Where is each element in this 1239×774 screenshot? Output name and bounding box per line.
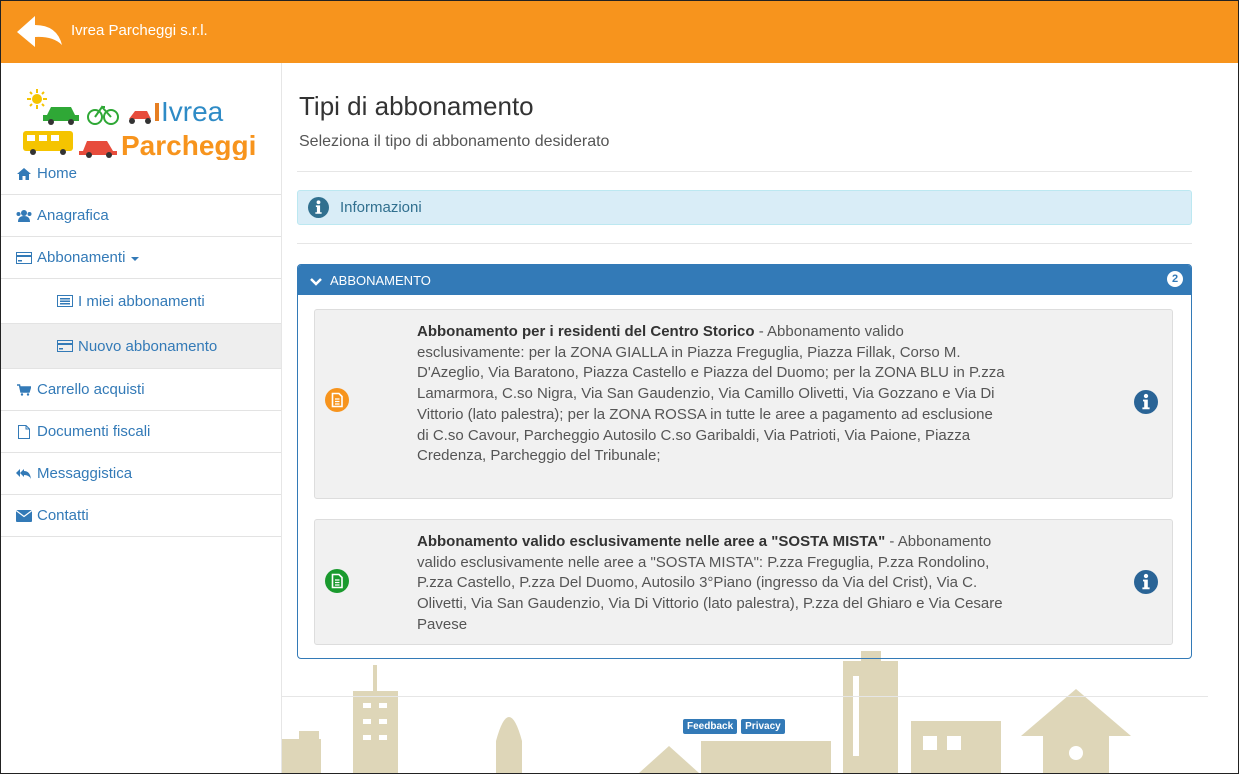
document-icon — [15, 424, 33, 440]
logo-text-ivrea: Ivrea — [161, 96, 224, 127]
panel-header[interactable]: ABBONAMENTO 2 — [298, 265, 1191, 295]
panel-title: ABBONAMENTO — [330, 273, 431, 288]
sidebar-item-nuovo-abbonamento[interactable]: Nuovo abbonamento — [1, 324, 281, 369]
car-icon — [43, 107, 79, 125]
feedback-button[interactable]: Feedback — [683, 719, 738, 734]
home-icon — [15, 166, 33, 182]
divider — [281, 696, 1208, 697]
info-icon[interactable] — [1134, 570, 1158, 599]
reply-all-icon — [15, 466, 33, 482]
envelope-icon — [15, 508, 33, 524]
sidebar-item-label: Documenti fiscali — [37, 423, 151, 440]
sidebar-item-contatti[interactable]: Contatti — [1, 495, 281, 537]
card-text: Abbonamento valido esclusivamente nelle … — [417, 532, 1007, 636]
page-subtitle: Seleziona il tipo di abbonamento desider… — [299, 133, 610, 150]
count-badge: 2 — [1167, 271, 1183, 287]
sidebar-item-documenti[interactable]: Documenti fiscali — [1, 411, 281, 453]
bus-icon — [23, 131, 73, 155]
privacy-button[interactable]: Privacy — [741, 719, 785, 734]
top-bar: Ivrea Parcheggi s.r.l. — [1, 1, 1238, 63]
sidebar-item-carrello[interactable]: Carrello acquisti — [1, 369, 281, 411]
subscription-panel: ABBONAMENTO 2 Abbonamento per i resident… — [297, 264, 1192, 659]
list-icon — [56, 293, 74, 309]
sidebar: Ivrea Parcheggi Home Anagrafica Abboname… — [1, 63, 282, 773]
back-arrow-icon — [17, 16, 62, 47]
app-window: Ivrea Parcheggi s.r.l. Ivrea Parcheggi H… — [0, 0, 1239, 774]
sidebar-item-label: Contatti — [37, 507, 89, 524]
document-icon — [325, 569, 349, 598]
main-content: Tipi di abbonamento Seleziona il tipo di… — [281, 63, 1238, 773]
sidebar-item-miei-abbonamenti[interactable]: I miei abbonamenti — [1, 279, 281, 324]
card-title: Abbonamento valido esclusivamente nelle … — [417, 533, 886, 550]
bicycle-icon — [87, 105, 119, 125]
document-icon — [325, 388, 349, 417]
card-icon — [15, 250, 33, 266]
card-title: Abbonamento per i residenti del Centro S… — [417, 323, 755, 340]
card-text: Abbonamento per i residenti del Centro S… — [417, 322, 1007, 467]
caret-down-icon — [131, 256, 140, 261]
card-icon — [56, 338, 74, 354]
users-icon — [15, 208, 33, 224]
sidebar-item-messaggistica[interactable]: Messaggistica — [1, 453, 281, 495]
card-description: - Abbonamento valido esclusivamente: per… — [417, 323, 1005, 465]
sidebar-item-label: Anagrafica — [37, 207, 109, 224]
sidebar-item-label: Messaggistica — [37, 465, 133, 482]
sidebar-nav: Home Anagrafica Abbonamenti I miei abbon… — [1, 153, 281, 537]
divider — [297, 171, 1192, 172]
sidebar-item-label: Abbonamenti — [37, 249, 126, 266]
info-alert[interactable]: Informazioni — [297, 190, 1192, 225]
info-icon[interactable] — [1134, 390, 1158, 419]
sun-icon — [27, 89, 47, 109]
sidebar-item-abbonamenti[interactable]: Abbonamenti — [1, 237, 281, 279]
page-title: Tipi di abbonamento — [299, 91, 534, 121]
subscription-card[interactable]: Abbonamento valido esclusivamente nelle … — [314, 519, 1173, 645]
cart-icon — [15, 382, 33, 398]
app-brand-title: Ivrea Parcheggi s.r.l. — [71, 22, 208, 39]
sidebar-item-home[interactable]: Home — [1, 153, 281, 195]
logo[interactable]: Ivrea Parcheggi — [21, 85, 271, 161]
info-label: Informazioni — [340, 199, 422, 216]
scooter-icon — [129, 103, 159, 124]
sidebar-item-label: I miei abbonamenti — [78, 292, 205, 310]
divider — [297, 243, 1192, 244]
sidebar-item-anagrafica[interactable]: Anagrafica — [1, 195, 281, 237]
sidebar-item-label: Home — [37, 165, 78, 182]
sidebar-item-label: Nuovo abbonamento — [78, 337, 218, 355]
chevron-down-icon — [310, 274, 322, 292]
subscription-card[interactable]: Abbonamento per i residenti del Centro S… — [314, 309, 1173, 499]
back-button[interactable] — [15, 14, 63, 50]
sidebar-item-label: Carrello acquisti — [37, 381, 145, 398]
info-circle-icon — [308, 197, 329, 223]
footer-links: Feedback Privacy — [683, 719, 785, 734]
